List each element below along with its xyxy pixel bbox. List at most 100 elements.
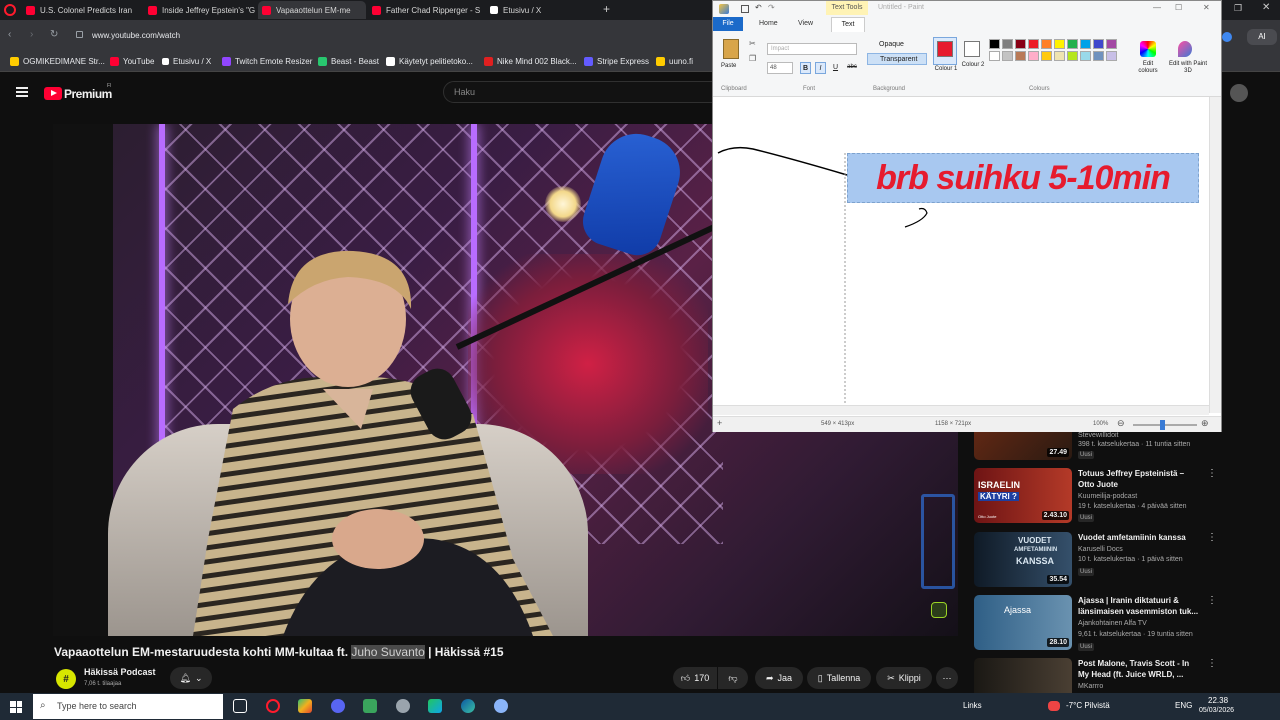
zoom-in-icon[interactable]: ⊕ [1201,418,1209,429]
canvas-text[interactable]: brb suihku 5-10min [876,159,1171,198]
like-button[interactable]: 👍︎ 170 [673,667,717,689]
palette-swatch[interactable] [1080,39,1091,49]
recommendation-item[interactable]: ISRAELIN KÄTYRI ? Otto Juote 2.43.10 Tot… [974,468,1217,528]
channel-watermark-icon[interactable] [931,602,947,618]
more-icon[interactable]: ⋮ [1207,532,1217,543]
tab-home[interactable]: Home [759,20,778,27]
reload-icon[interactable]: ↻ [50,29,58,40]
more-actions-button[interactable]: ⋯ [936,667,958,689]
palette-swatch[interactable] [1015,39,1026,49]
new-tab-icon[interactable]: + [603,2,610,16]
palette-swatch[interactable] [1041,39,1052,49]
palette-swatch[interactable] [1093,39,1104,49]
copy-icon[interactable]: ❐ [749,54,756,63]
recommendation-item[interactable]: Ajassa 28.10 Ajassa | Iranin diktatuuri … [974,595,1217,655]
paint-window[interactable]: ↶ ↷ Text Tools Untitled - Paint — ☐ ✕ Fi… [712,0,1222,432]
cut-icon[interactable]: ✂ [749,39,756,48]
transparent-option[interactable]: Transparent [867,53,927,65]
palette-swatch[interactable] [1002,51,1013,61]
bookmark-item[interactable]: Stripe Express [584,57,649,66]
minimize-icon[interactable]: — [1153,3,1161,12]
zoom-out-icon[interactable]: ⊖ [1117,418,1125,429]
palette-swatch[interactable] [1093,51,1104,61]
text-box[interactable]: brb suihku 5-10min [847,153,1199,203]
font-family-select[interactable]: Impact [767,43,857,55]
task-view-icon[interactable] [233,699,247,713]
app-icon[interactable] [396,699,410,713]
ai-button[interactable]: AI [1247,29,1277,45]
browser-tab[interactable]: U.S. Colonel Predicts Iran [22,1,134,19]
palette-swatch[interactable] [1028,51,1039,61]
clock-date[interactable]: 05/03/2026 [1199,707,1234,714]
colour-palette[interactable] [989,39,1139,81]
recommendation-item[interactable]: Post Malone, Travis Scott - In My Head (… [974,658,1214,693]
taskbar-search-input[interactable]: Type here to search [33,694,223,719]
browser-tab[interactable]: Father Chad Ripperger - S [368,1,480,19]
youtube-logo-icon[interactable] [44,87,62,100]
palette-swatch[interactable] [1067,51,1078,61]
palette-swatch[interactable] [989,51,1000,61]
app-active-icon[interactable] [363,699,377,713]
edit-colours-label[interactable]: Edit colours [1133,61,1163,75]
paste-icon[interactable] [723,39,739,59]
zoom-slider[interactable] [1133,420,1197,430]
close-window-icon[interactable]: ✕ [1262,2,1270,13]
rec-title[interactable]: Post Malone, Travis Scott - In My Head (… [1078,658,1200,680]
links-toolbar[interactable]: Links [963,701,982,710]
selected-text[interactable]: Juho Suvanto [351,645,425,659]
strikethrough-button[interactable]: abc [845,62,859,74]
restore-window-icon[interactable]: ❐ [1234,3,1242,14]
palette-swatch[interactable] [1054,51,1065,61]
opera-icon[interactable] [266,699,280,713]
maximize-icon[interactable]: ☐ [1175,3,1182,12]
discord-icon[interactable] [331,699,345,713]
menu-icon[interactable] [16,87,28,97]
paint3d-icon[interactable] [1178,41,1192,57]
back-icon[interactable]: ‹ [8,29,11,40]
tab-view[interactable]: View [798,20,813,27]
search-input[interactable]: Haku [443,81,733,103]
rec-title[interactable]: Vuodet amfetamiinin kanssa [1078,532,1200,543]
thumbnail[interactable]: Ajassa 28.10 [974,595,1072,650]
palette-swatch[interactable] [1002,39,1013,49]
drawing-canvas[interactable]: brb suihku 5-10min [713,97,1209,413]
palette-swatch[interactable] [1054,39,1065,49]
rec-title[interactable]: Totuus Jeffrey Epsteinistä – Otto Juote [1078,468,1200,490]
palette-swatch[interactable] [1015,51,1026,61]
more-icon[interactable]: ⋮ [1207,595,1217,606]
close-icon[interactable]: ✕ [1203,3,1210,12]
horizontal-scrollbar[interactable] [713,405,1209,415]
palette-swatch[interactable] [1041,51,1052,61]
tab-file[interactable]: File [713,17,743,31]
redo-icon[interactable]: ↷ [768,3,775,12]
app-icon[interactable] [428,699,442,713]
bookmark-item[interactable]: uuno.fi [656,57,693,66]
more-icon[interactable]: ⋮ [1207,468,1217,479]
language-indicator[interactable]: ENG [1175,701,1192,710]
opera-logo-icon[interactable] [4,4,16,16]
bookmark-item[interactable]: Beast - Beast [318,57,379,66]
bookmark-item[interactable]: Twitch Emote Resizer [222,57,312,66]
clock-time[interactable]: 22.38 [1208,696,1228,705]
add-icon[interactable]: + [717,418,722,428]
recommendation-item[interactable]: 27.49 Stevewillidoit 398 t. katselukerta… [974,432,1214,460]
opaque-option[interactable]: Opaque [867,39,927,50]
thumbnail[interactable] [974,658,1072,693]
bookmark-item[interactable]: YouTube [110,57,154,66]
browser-tab-active[interactable]: Vapaaottelun EM-me [258,1,366,19]
bookmark-item[interactable]: OGMIKEDIMANE Str... [10,57,105,66]
palette-swatch[interactable] [1106,39,1117,49]
edge-icon[interactable] [461,699,475,713]
recommendation-item[interactable]: VUODET AMFETAMIININ KANSSA 35.54 Vuodet … [974,532,1217,592]
underline-button[interactable]: U [830,62,841,74]
channel-avatar[interactable]: # [56,669,76,689]
palette-swatch[interactable] [989,39,1000,49]
font-size-select[interactable]: 48 [767,62,793,74]
vertical-scrollbar[interactable] [1209,97,1221,413]
paste-label[interactable]: Paste [721,63,736,69]
undo-icon[interactable]: ↶ [755,3,762,12]
more-icon[interactable]: ⋮ [1207,658,1214,669]
palette-swatch[interactable] [1080,51,1091,61]
rec-title[interactable]: Ajassa | Iranin diktatuuri & länsimaisen… [1078,595,1200,617]
edit-colours-icon[interactable] [1140,41,1156,57]
